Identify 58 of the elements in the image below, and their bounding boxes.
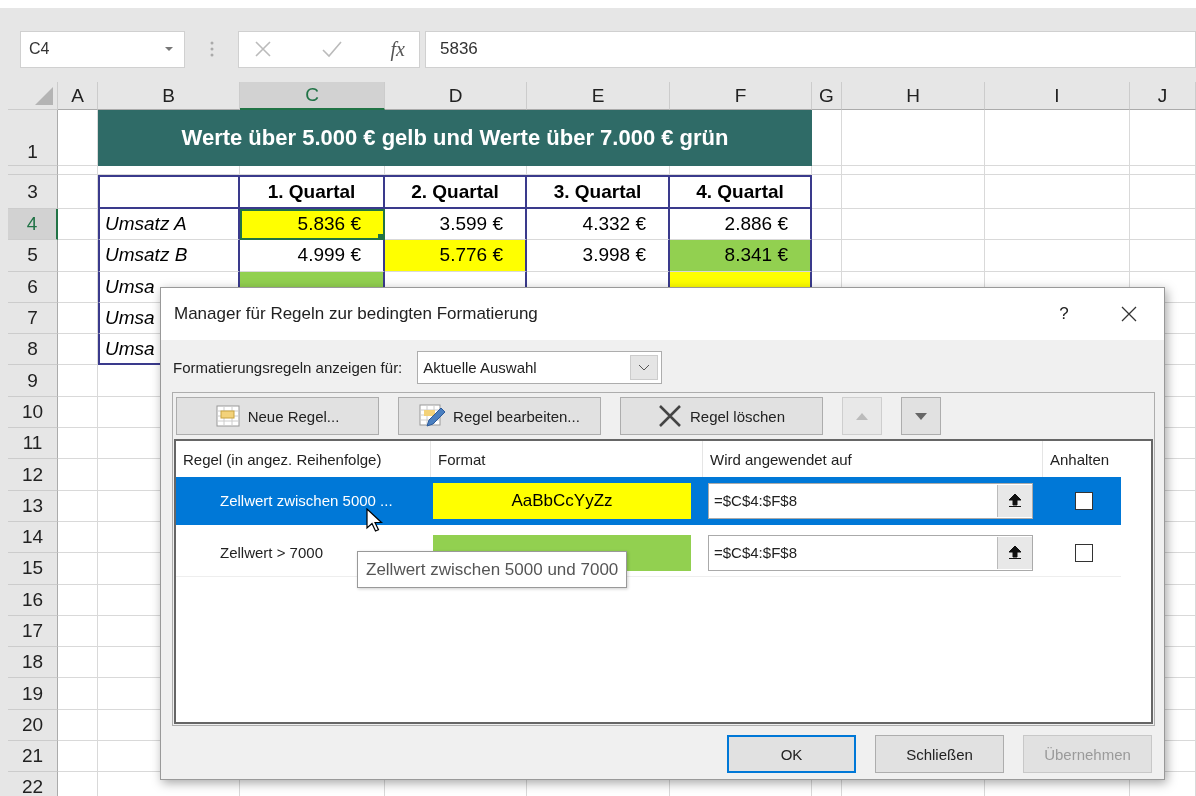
row-number[interactable]: 6	[8, 271, 58, 303]
rule-row[interactable]: Zellwert zwischen 5000 ... AaBbCcYyZz =$C$4:$F$8	[176, 477, 1121, 525]
row-number[interactable]: 11	[8, 428, 58, 460]
insert-function-button[interactable]: fx	[390, 37, 405, 61]
row-number[interactable]: 5	[8, 240, 58, 272]
row-number[interactable]: 7	[8, 302, 58, 335]
row-number[interactable]: 1	[8, 110, 58, 166]
edit-rule-button[interactable]: Regel bearbeiten...	[398, 397, 601, 435]
row-number[interactable]: 22	[8, 772, 58, 796]
row-number[interactable]: 19	[8, 678, 58, 710]
column-letter[interactable]: C	[240, 82, 385, 110]
column-letter[interactable]: D	[385, 82, 527, 110]
row-number[interactable]: 9	[8, 365, 58, 397]
row-number[interactable]: 16	[8, 584, 58, 616]
range-field[interactable]: =$C$4:$F$8	[708, 534, 1033, 571]
format-preview: AaBbCcYyZz	[433, 482, 691, 519]
row-number[interactable]: 17	[8, 615, 58, 648]
scope-dropdown[interactable]: Aktuelle Auswahl	[417, 350, 663, 384]
column-letter[interactable]: E	[527, 82, 670, 110]
row-number[interactable]: 3	[8, 175, 58, 209]
formula-field[interactable]: 5836	[425, 30, 1196, 68]
column-letter[interactable]: J	[1130, 82, 1196, 110]
column-letter[interactable]: G	[812, 82, 842, 110]
row-number[interactable]: 10	[8, 396, 58, 429]
column-header: 4. Quartal	[670, 175, 812, 209]
column-header: 3. Quartal	[527, 175, 670, 209]
new-rule-button[interactable]: Neue Regel...	[176, 397, 379, 435]
column-letter[interactable]: A	[58, 82, 98, 110]
table-cell[interactable]: 4.332 €	[527, 209, 670, 241]
row-number[interactable]: 4	[8, 209, 58, 241]
title-banner: Werte über 5.000 € gelb und Werte über 7.000 € grün	[98, 110, 812, 166]
dialog-button[interactable]: OK	[727, 735, 856, 773]
range-field[interactable]: =$C$4:$F$8	[708, 482, 1033, 519]
column-letter[interactable]: F	[670, 82, 812, 110]
row-number[interactable]: 13	[8, 490, 58, 522]
column-header: 2. Quartal	[385, 175, 527, 209]
column-letter[interactable]: I	[985, 82, 1130, 110]
table-cell[interactable]: 5.776 €	[385, 240, 527, 272]
table-cell[interactable]: 5.836 €	[240, 209, 385, 241]
row-number[interactable]: 18	[8, 647, 58, 679]
row-number[interactable]: 21	[8, 741, 58, 773]
column-letter[interactable]: H	[842, 82, 985, 110]
row-number[interactable]: 12	[8, 459, 58, 491]
name-box[interactable]: C4	[20, 30, 185, 68]
row-number[interactable]: 14	[8, 521, 58, 554]
row-number[interactable]: 8	[8, 334, 58, 366]
dialog-button[interactable]: Schließen	[875, 735, 1004, 773]
tooltip: Zellwert zwischen 5000 und 7000	[357, 551, 628, 588]
row-number[interactable]: 20	[8, 709, 58, 742]
column-letter[interactable]: B	[98, 82, 240, 110]
table-cell[interactable]: 8.341 €	[670, 240, 812, 272]
rule-name: Zellwert zwischen 5000 ...	[219, 492, 394, 509]
row-number[interactable]: 15	[8, 553, 58, 585]
help-button[interactable]: ?	[1034, 304, 1094, 324]
row-label: Umsatz B	[98, 240, 240, 272]
delete-rule-button[interactable]: Regel löschen	[620, 397, 823, 435]
rule-name: Zellwert > 7000	[219, 544, 324, 561]
column-header: Anhalten	[1049, 449, 1111, 470]
